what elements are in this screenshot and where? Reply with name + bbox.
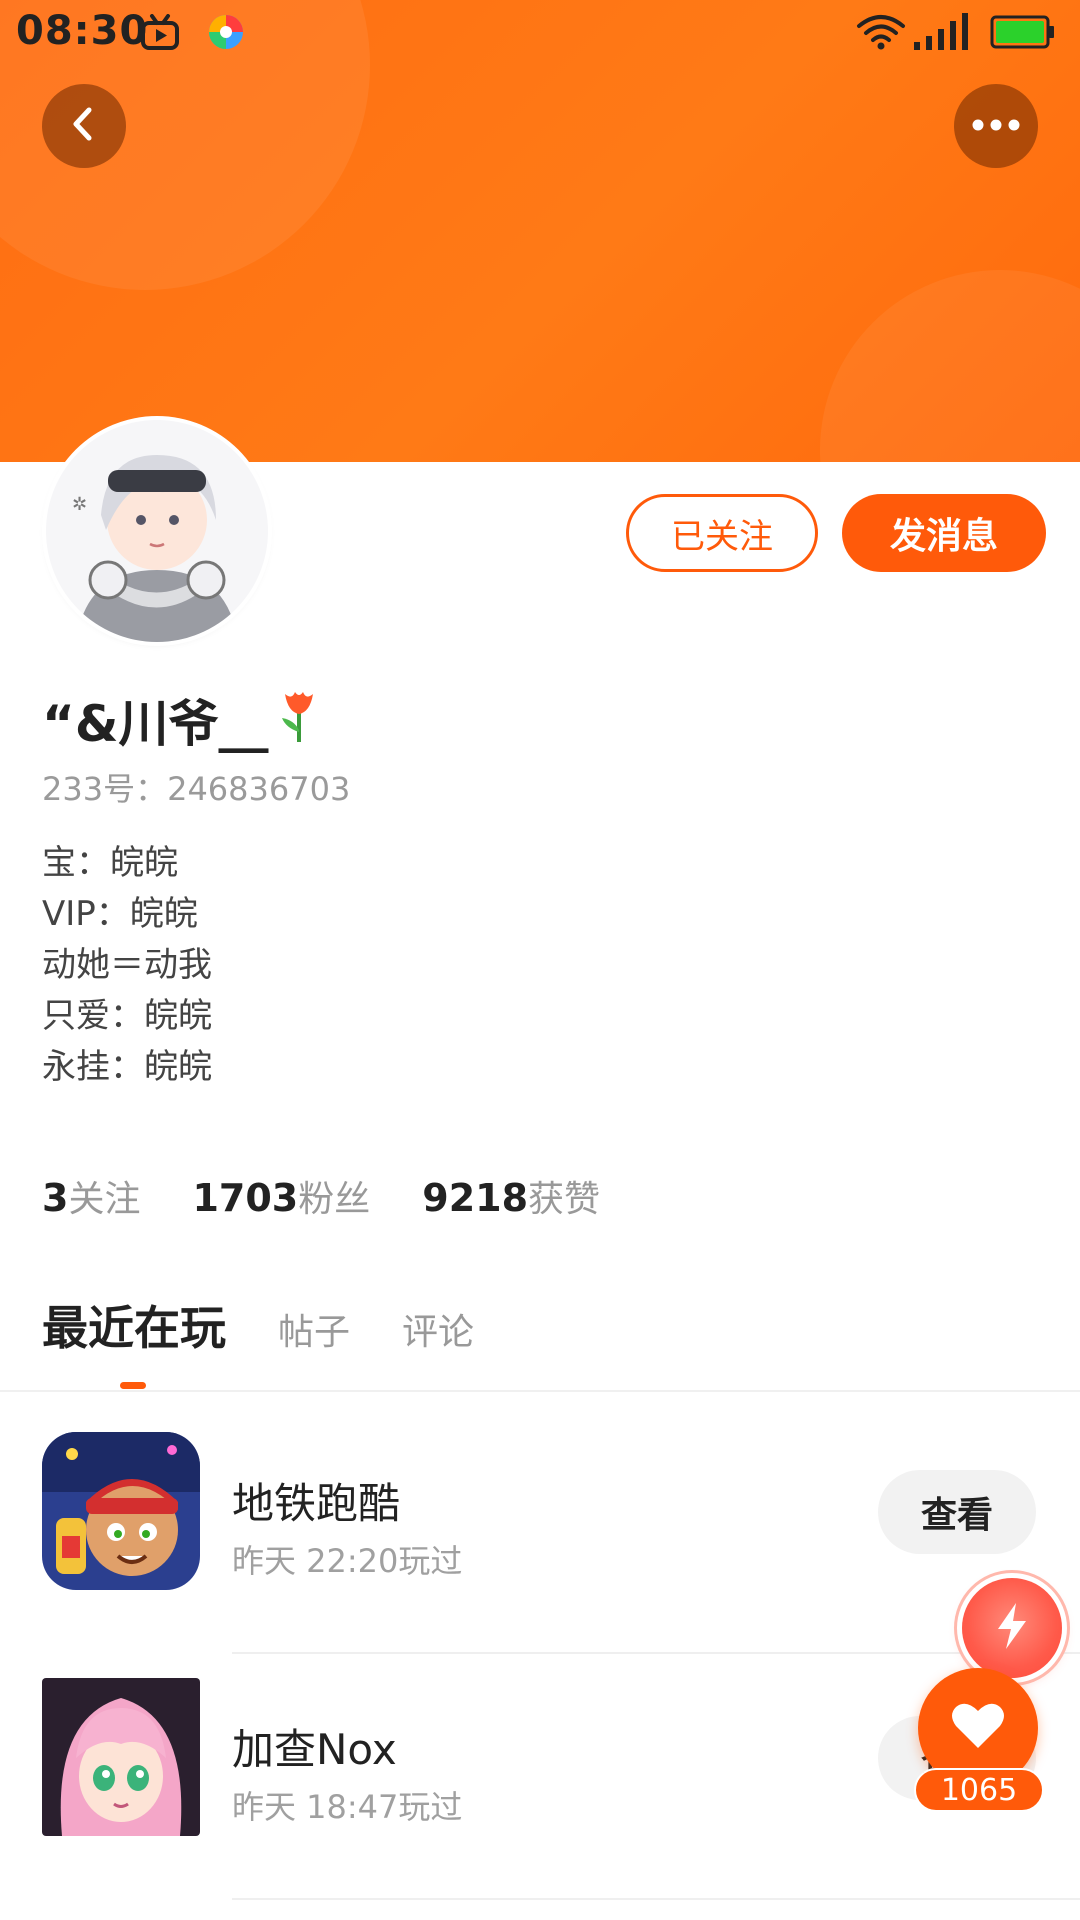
user-id: 233号：246836703 — [42, 770, 351, 808]
bio-line: 宝：皖皖 — [42, 843, 178, 883]
avatar[interactable]: ✲ — [46, 420, 268, 642]
status-time: 08:30 — [16, 8, 149, 54]
divider — [0, 1390, 1080, 1392]
tulip-icon — [276, 684, 322, 756]
stat-value: 3 — [42, 1176, 69, 1220]
username: “&川爷__ — [42, 695, 269, 753]
stat-fans[interactable]: 1703粉丝 — [192, 1170, 370, 1222]
bio-line: VIP：皖皖 — [42, 894, 198, 934]
more-horizontal-icon — [971, 117, 1021, 136]
profile-tabs: 最近在玩 帖子 评论 — [42, 1292, 474, 1358]
bio-line: 只爱：皖皖 — [42, 996, 212, 1036]
wifi-icon — [856, 14, 906, 54]
like-count-badge: 1065 — [914, 1768, 1044, 1812]
profile-stats: 3关注 1703粉丝 9218获赞 — [42, 1170, 600, 1222]
tab-posts[interactable]: 帖子 — [278, 1303, 350, 1355]
colorful-ball-icon — [206, 12, 246, 56]
tab-comments[interactable]: 评论 — [402, 1303, 474, 1355]
chevron-left-icon — [64, 104, 104, 148]
stat-label: 获赞 — [528, 1179, 601, 1220]
gacha-nox-game-icon[interactable] — [42, 1678, 200, 1836]
game-last-played: 昨天 18:47玩过 — [232, 1788, 463, 1826]
stat-label: 关注 — [68, 1179, 141, 1220]
view-game-button[interactable]: 查看 — [878, 1470, 1036, 1554]
bio-line: 永挂：皖皖 — [42, 1047, 212, 1087]
lightning-icon — [992, 1601, 1032, 1655]
more-button[interactable] — [954, 84, 1038, 168]
flash-button[interactable] — [962, 1578, 1062, 1678]
divider — [232, 1898, 1080, 1900]
back-button[interactable] — [42, 84, 126, 168]
username-row: “&川爷__ — [42, 684, 322, 756]
signal-icon — [912, 12, 974, 56]
game-last-played: 昨天 22:20玩过 — [232, 1542, 463, 1580]
stat-following[interactable]: 3关注 — [42, 1170, 140, 1222]
bio: 宝：皖皖 VIP：皖皖 动她＝动我 只爱：皖皖 永挂：皖皖 — [42, 838, 212, 1093]
game-list-item[interactable]: 地铁跑酷 昨天 22:20玩过 查看 — [0, 1432, 1080, 1672]
game-name: 加查Nox — [232, 1725, 397, 1774]
svg-text:✲: ✲ — [72, 494, 87, 515]
stat-value: 9218 — [422, 1176, 529, 1220]
bio-line: 动她＝动我 — [42, 945, 212, 985]
tab-recent-play[interactable]: 最近在玩 — [42, 1292, 226, 1358]
followed-button[interactable]: 已关注 — [626, 494, 818, 572]
stat-likes[interactable]: 9218获赞 — [422, 1170, 600, 1222]
active-tab-indicator — [120, 1382, 146, 1389]
subway-surfers-game-icon[interactable] — [42, 1432, 200, 1590]
battery-icon — [990, 14, 1056, 54]
game-name: 地铁跑酷 — [232, 1479, 401, 1528]
heart-icon — [950, 1701, 1006, 1755]
profile-header-background — [0, 0, 1080, 462]
tv-icon — [140, 14, 180, 54]
stat-label: 粉丝 — [298, 1179, 371, 1220]
stat-value: 1703 — [192, 1176, 299, 1220]
send-message-button[interactable]: 发消息 — [842, 494, 1046, 572]
divider — [232, 1652, 1080, 1654]
status-bar: 08:30 — [0, 0, 1080, 62]
